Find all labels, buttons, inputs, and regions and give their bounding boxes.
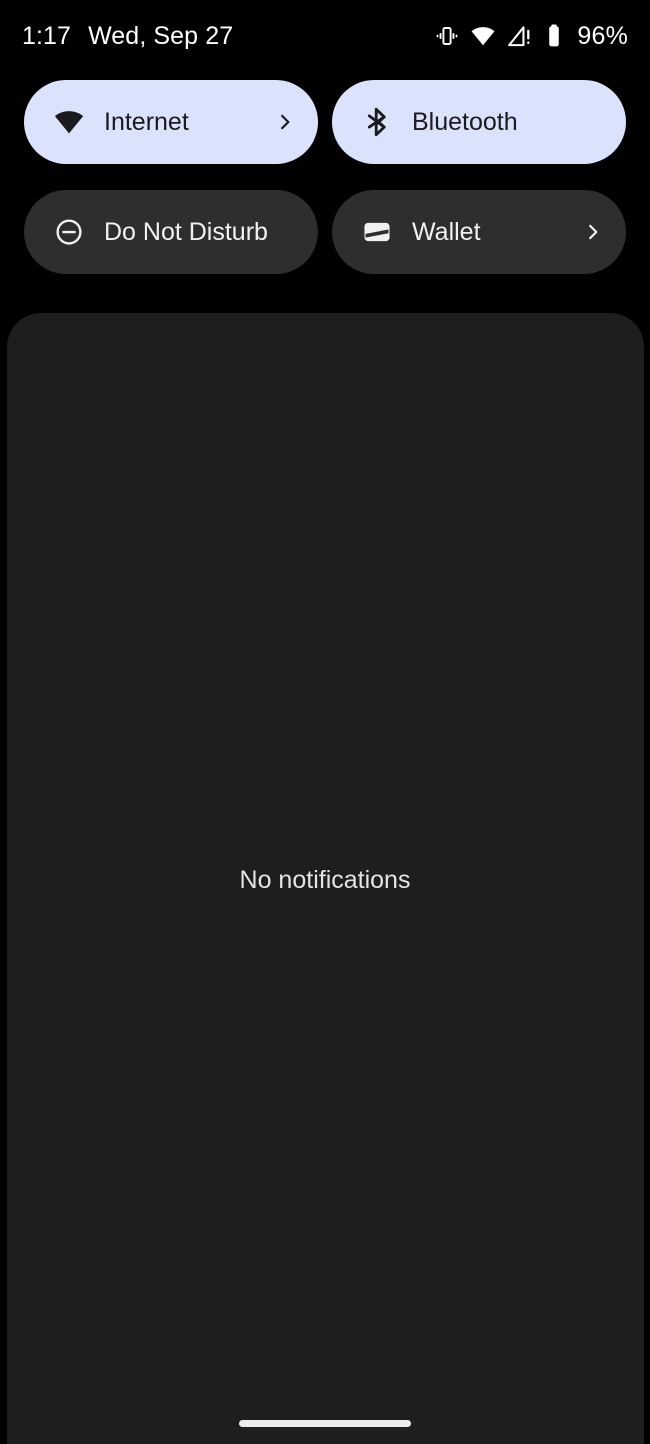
- no-notifications-text: No notifications: [239, 866, 411, 894]
- quick-settings-grid: Internet Bluetooth Do Not Disturb Wallet: [24, 80, 626, 274]
- qs-tile-label: Wallet: [412, 217, 481, 246]
- wallet-icon: [360, 215, 394, 249]
- qs-tile-wallet[interactable]: Wallet: [332, 190, 626, 274]
- battery-icon: [544, 23, 564, 49]
- status-date: Wed, Sep 27: [88, 21, 234, 50]
- qs-tile-internet[interactable]: Internet: [24, 80, 318, 164]
- status-bar: 1:17 Wed, Sep 27 96%: [0, 0, 650, 72]
- status-bar-left: 1:17 Wed, Sep 27: [22, 22, 233, 51]
- battery-percentage: 96%: [577, 21, 628, 50]
- qs-tile-bluetooth[interactable]: Bluetooth: [332, 80, 626, 164]
- chevron-right-icon[interactable]: [582, 221, 604, 243]
- qs-tile-label: Internet: [104, 107, 189, 136]
- status-clock: 1:17: [22, 21, 72, 50]
- do-not-disturb-icon: [52, 215, 86, 249]
- status-bar-right: 96%: [435, 22, 628, 51]
- qs-tile-do-not-disturb[interactable]: Do Not Disturb: [24, 190, 318, 274]
- wifi-icon: [52, 105, 86, 139]
- qs-tile-label: Do Not Disturb: [104, 217, 268, 246]
- wifi-icon: [470, 23, 496, 49]
- home-indicator[interactable]: [239, 1420, 411, 1427]
- cellular-no-service-icon: [507, 23, 533, 49]
- qs-tile-label: Bluetooth: [412, 107, 518, 136]
- chevron-right-icon[interactable]: [274, 111, 296, 133]
- vibrate-icon: [435, 24, 459, 48]
- bluetooth-icon: [360, 105, 394, 139]
